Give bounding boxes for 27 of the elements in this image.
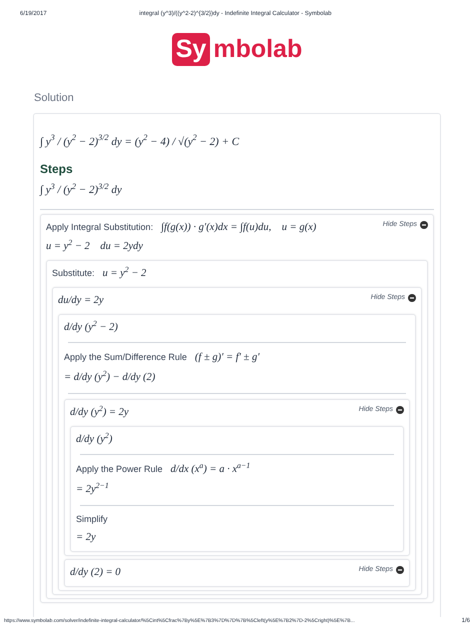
math-expression: d/dy (2) = 0 bbox=[70, 566, 121, 580]
step-label: Simplify bbox=[76, 512, 108, 526]
math-expression: u = y$^{2}$ − 2 bbox=[102, 266, 146, 281]
math-expression: (f ± g)′ = f′ ± g′ bbox=[194, 351, 260, 366]
math-expression: d/dx (x$^{a}$) = a · x$^{a−1}$ bbox=[170, 462, 250, 478]
step-label: Apply Integral Substitution: bbox=[46, 220, 154, 234]
math-expression: ∫f(g(x)) · g′(x)dx = ∫f(u)du, u = g(x) bbox=[161, 220, 316, 235]
math-expression: du/dy = 2y bbox=[58, 294, 104, 308]
step-label: Substitute: bbox=[52, 267, 95, 280]
section-title: Solution bbox=[34, 91, 75, 106]
math-expression: = d/dy (y$^{2}$) − d/dy (2) bbox=[64, 370, 156, 385]
collapse-icon bbox=[420, 220, 428, 229]
step-label: Apply the Power Rule bbox=[76, 463, 163, 476]
math-expression: = 2y bbox=[76, 531, 96, 546]
math-expression: = 2y$^{2−1}$ bbox=[76, 482, 109, 497]
math-expression: ∫ y$^{3}$ / (y$^{2}$ − 2)$^{3/2}$ dy = (y$^{2}$ − 4) / √(y$^{2}$ − 2) + C bbox=[40, 134, 240, 150]
logo: Sy mbolab bbox=[172, 33, 302, 66]
steps-heading: Steps bbox=[40, 161, 74, 178]
math-expression: u = y$^{2}$ − 2 du = 2ydy bbox=[46, 239, 143, 254]
math-expression: d/dy (y$^{2}$) bbox=[76, 432, 112, 446]
collapse-icon bbox=[396, 406, 404, 414]
collapse-icon bbox=[408, 294, 416, 302]
step-label: Apply the Sum/Difference Rule bbox=[64, 351, 187, 364]
collapse-icon bbox=[396, 566, 404, 574]
math-expression: ∫ y$^{3}$ / (y$^{2}$ − 2)$^{3/2}$ dy bbox=[40, 182, 123, 198]
math-expression: d/dy (y$^{2}$ − 2) bbox=[64, 320, 118, 334]
math-expression: d/dy (y$^{2}$) = 2y bbox=[70, 404, 129, 420]
